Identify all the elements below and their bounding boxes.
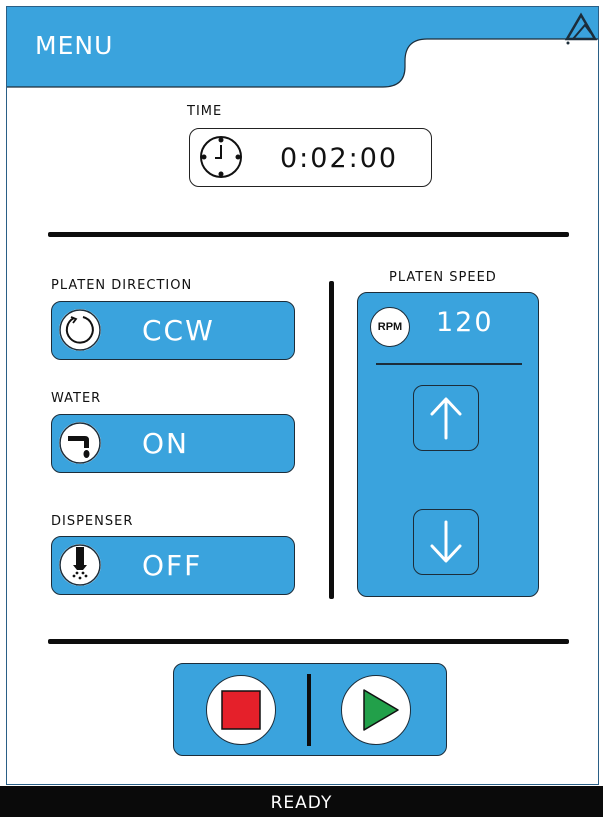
menu-title[interactable]: MENU	[35, 31, 113, 60]
arrow-up-icon	[430, 397, 462, 440]
platen-speed-label: PLATEN SPEED	[389, 270, 497, 285]
water-value: ON	[142, 427, 189, 460]
platen-direction-button[interactable]: CCW	[51, 301, 295, 360]
platen-speed-value[interactable]: 120	[436, 307, 494, 338]
stop-button[interactable]	[206, 675, 276, 745]
water-label: WATER	[51, 391, 102, 406]
control-separator	[307, 674, 311, 746]
water-tap-icon	[59, 422, 101, 464]
rpm-badge: RPM	[370, 307, 410, 347]
divider-vertical	[329, 281, 334, 599]
rotate-ccw-icon	[59, 309, 101, 351]
speed-down-button[interactable]	[413, 509, 479, 575]
divider-bottom	[48, 639, 569, 644]
play-button[interactable]	[341, 675, 411, 745]
stop-icon	[221, 690, 261, 730]
clock-icon	[200, 136, 242, 178]
control-panel	[173, 663, 447, 756]
company-logo-icon	[564, 12, 598, 45]
time-display[interactable]: 0:02:00	[189, 128, 432, 187]
platen-speed-panel: RPM 120	[357, 292, 539, 597]
time-label: TIME	[187, 104, 223, 119]
dispenser-nozzle-icon	[59, 544, 101, 586]
screen-frame: MENU TIME 0:02:00 PLATEN DIRECTION CCW W…	[6, 6, 599, 785]
status-text: READY	[270, 793, 333, 813]
time-value: 0:02:00	[280, 143, 399, 174]
speed-up-button[interactable]	[413, 385, 479, 451]
water-button[interactable]: ON	[51, 414, 295, 473]
arrow-down-icon	[430, 520, 462, 563]
platen-direction-label: PLATEN DIRECTION	[51, 278, 193, 293]
dispenser-label: DISPENSER	[51, 514, 134, 529]
play-icon	[363, 689, 399, 731]
dispenser-value: OFF	[142, 549, 203, 582]
divider-top	[48, 232, 569, 237]
status-bar: READY	[0, 786, 603, 817]
platen-direction-value: CCW	[142, 314, 215, 347]
speed-divider	[376, 363, 522, 365]
dispenser-button[interactable]: OFF	[51, 536, 295, 595]
